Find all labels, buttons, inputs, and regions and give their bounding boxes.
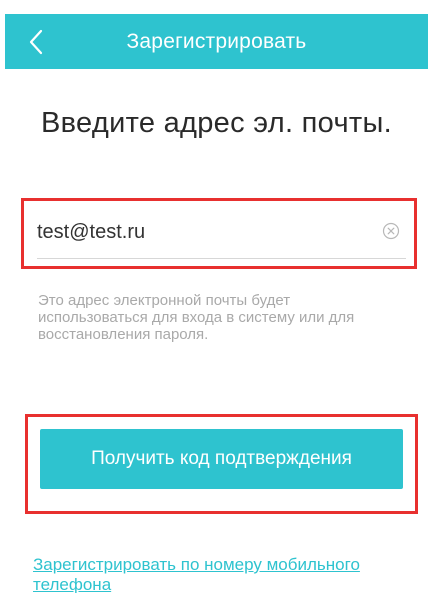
chevron-left-icon [29, 29, 43, 54]
email-input[interactable] [37, 213, 357, 251]
get-code-button[interactable]: Получить код подтверждения [40, 429, 403, 489]
register-by-phone-link[interactable]: Зарегистрировать по номеру мобильного те… [33, 555, 428, 593]
clear-circle-icon [382, 222, 400, 240]
back-button[interactable] [21, 14, 51, 69]
email-field-row [37, 213, 406, 259]
email-hint-text: Это адрес электронной почты будет исполь… [38, 292, 355, 343]
header-bar: Зарегистрировать [5, 14, 428, 69]
registration-screen: Зарегистрировать Введите адрес эл. почты… [0, 0, 433, 593]
page-heading: Введите адрес эл. почты. [41, 107, 392, 139]
clear-button[interactable] [382, 222, 400, 240]
header-title: Зарегистрировать [126, 29, 307, 53]
